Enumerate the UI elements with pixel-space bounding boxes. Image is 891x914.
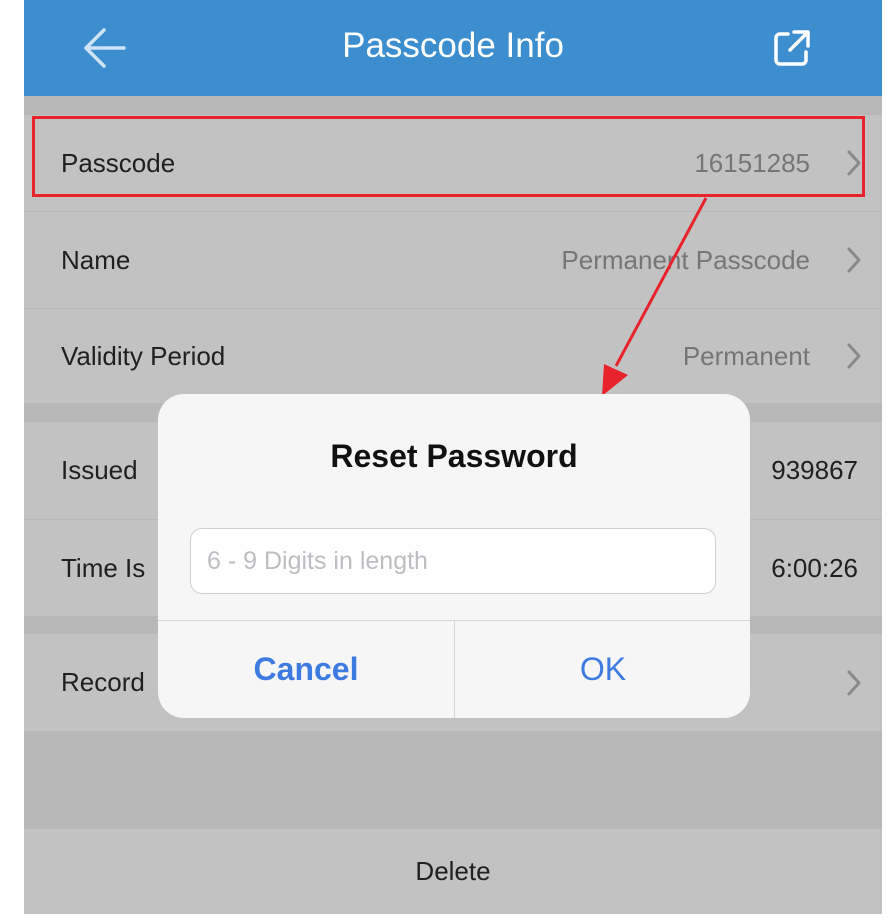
share-button[interactable]	[768, 24, 816, 72]
annotation-highlight-box	[32, 116, 865, 197]
reset-password-dialog: Reset Password Cancel OK	[158, 394, 750, 718]
new-passcode-input[interactable]	[190, 528, 716, 594]
cancel-button[interactable]: Cancel	[158, 621, 454, 718]
back-button[interactable]	[74, 20, 134, 76]
ok-button[interactable]: OK	[455, 621, 750, 718]
dialog-title: Reset Password	[330, 438, 578, 474]
page-title: Passcode Info	[342, 26, 564, 65]
back-arrow-icon	[84, 28, 126, 68]
header-bar: Passcode Info	[24, 0, 882, 96]
share-icon	[774, 30, 810, 66]
screen: Passcode Info Passcode 16151285 Name Per…	[24, 0, 882, 914]
